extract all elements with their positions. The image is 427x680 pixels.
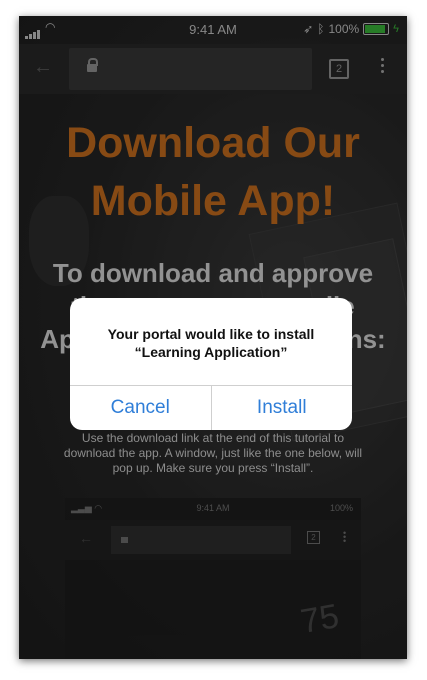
- install-button[interactable]: Install: [212, 386, 353, 430]
- dialog-message: Your portal would like to install “Learn…: [70, 325, 352, 361]
- cancel-button[interactable]: Cancel: [70, 386, 212, 430]
- install-dialog: Your portal would like to install “Learn…: [70, 298, 352, 430]
- dialog-button-row: Cancel Install: [70, 385, 352, 430]
- dialog-message-line-1: Your portal would like to install: [107, 326, 315, 342]
- dialog-message-line-2: “Learning Application”: [134, 344, 288, 360]
- phone-screen: ◠ 9:41 AM ➶ ᛒ 100% ϟ ← 2 Download Our Mo…: [19, 16, 407, 659]
